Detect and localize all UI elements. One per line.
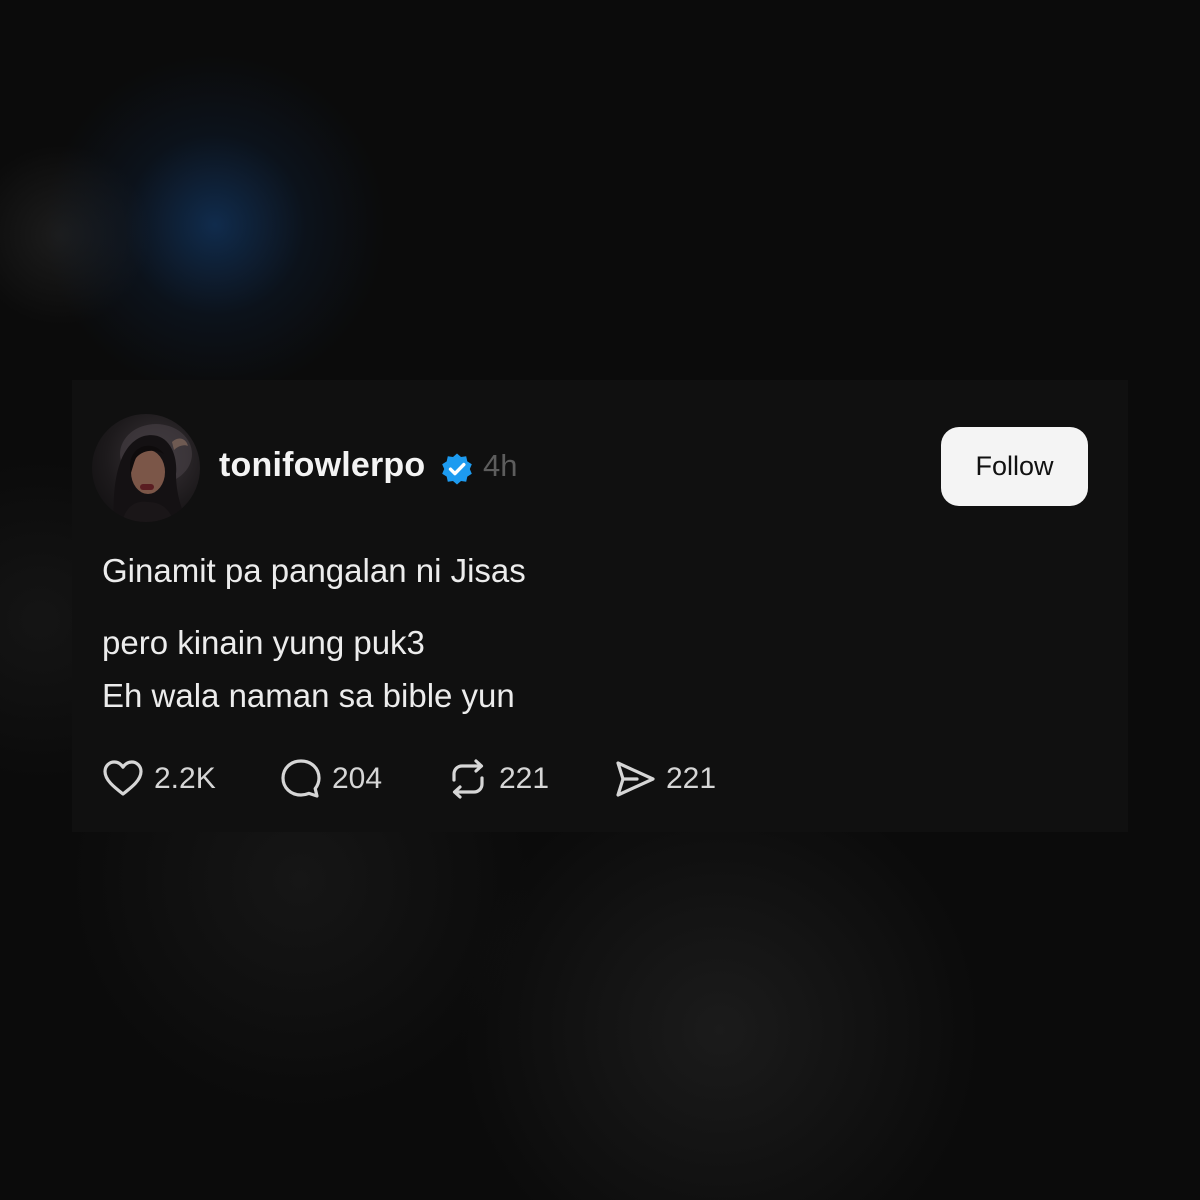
post-text-line: Ginamit pa pangalan ni Jisas: [102, 552, 526, 589]
post-card: tonifowlerpo 4h Follow Ginamit pa pangal…: [72, 380, 1128, 832]
avatar-portrait-icon: [113, 424, 192, 522]
repost-icon: [452, 759, 484, 799]
follow-button[interactable]: Follow: [941, 427, 1088, 506]
comment-bubble-icon: [281, 759, 321, 798]
like-count: 2.2K: [154, 762, 216, 795]
comment-count: 204: [332, 762, 383, 795]
send-icon: [616, 761, 655, 797]
post-timestamp: 4h: [483, 448, 518, 483]
username[interactable]: tonifowlerpo: [219, 446, 425, 485]
heart-icon: [103, 760, 143, 796]
comment-button[interactable]: 204: [278, 755, 382, 803]
repost-count: 221: [499, 762, 550, 795]
avatar[interactable]: [92, 414, 200, 522]
post-text-line: pero kinain yung puk3: [102, 624, 425, 661]
post-text-line: Eh wala naman sa bible yun: [102, 677, 515, 714]
verified-badge-icon: [442, 453, 472, 485]
like-button[interactable]: 2.2K: [100, 755, 216, 803]
share-count: 221: [666, 762, 717, 795]
repost-button[interactable]: 221: [445, 755, 549, 803]
share-button[interactable]: 221: [612, 755, 716, 803]
